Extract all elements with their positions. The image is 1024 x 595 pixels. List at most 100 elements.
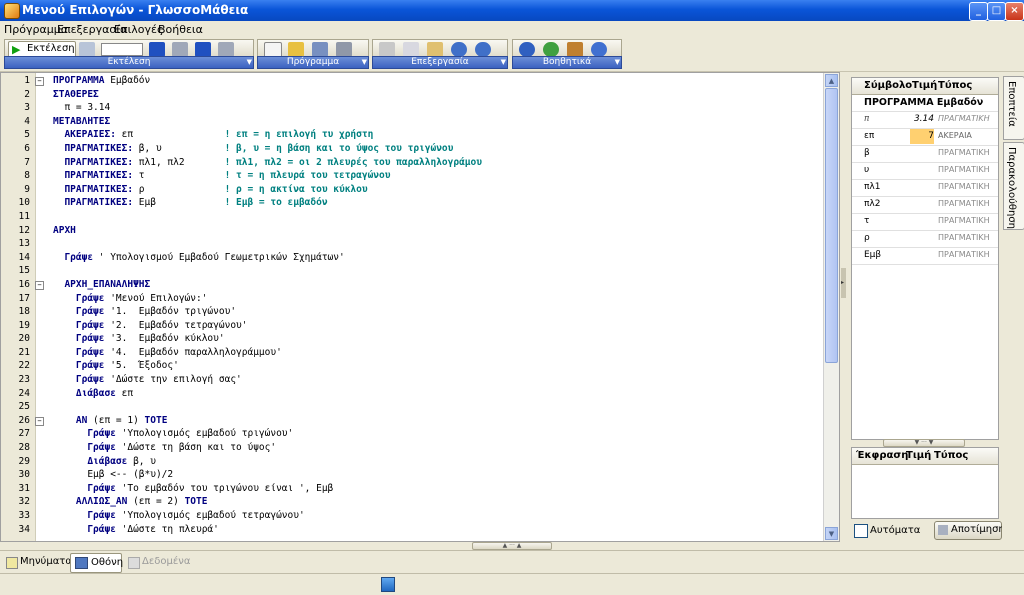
code-token: ΠΡΑΓΜΑΤΙΚΕΣ: [53, 183, 134, 195]
code-line[interactable]: 3 π = 3.14 [24, 102, 823, 116]
auto-checkbox[interactable] [854, 524, 868, 538]
save-icon[interactable] [312, 42, 328, 57]
code-line[interactable]: 14 Γράψε ' Υπολογισμού Εμβαδού Γεωμετρικ… [19, 252, 823, 266]
code-line[interactable]: 33 Γράψε 'Υπολογισμός εμβαδού τετραγώνου… [19, 510, 823, 524]
code-area[interactable]: 1− ΠΡΟΓΡΑΜΜΑ Εμβαδόν 2 ΣΤΑΘΕΡΕΣ 3 π = 3.14 4 Μ… [19, 75, 823, 541]
symbol-row[interactable]: τ ΠΡΑΓΜΑΤΙΚΗ [852, 214, 998, 231]
undo-icon[interactable] [451, 42, 467, 57]
print-icon[interactable] [336, 42, 352, 57]
splitter-grip-icon[interactable]: ▸ [841, 268, 846, 298]
scroll-thumb[interactable] [825, 88, 838, 363]
output-splitter-grip[interactable]: ▲ ··· ▲ [472, 542, 552, 550]
vertical-splitter[interactable]: ▸ [840, 72, 848, 542]
code-line[interactable]: 1− ΠΡΟΓΡΑΜΜΑ Εμβαδόν [24, 75, 823, 89]
fold-toggle-icon[interactable]: − [35, 416, 44, 426]
code-line[interactable]: 17 Γράψε 'Μενού Επιλογών:' [19, 293, 823, 307]
watch-panel: Σύμβολο Τιμή Τύπος ΠΡΟΓΡΑΜΜΑ Εμβαδόν π 3.… [848, 72, 1005, 542]
code-line[interactable]: 13 [19, 238, 823, 252]
code-line[interactable]: 12 ΑΡΧΗ [19, 225, 823, 239]
tab-tracking-label: Παρακολούθηση [1006, 147, 1017, 230]
scroll-down-icon[interactable]: ▼ [825, 527, 838, 540]
info-icon[interactable] [591, 42, 607, 57]
tab-supervision[interactable]: Εποπτεία [1003, 76, 1024, 140]
symbol-name: υ [864, 165, 870, 175]
code-line[interactable]: 9 ΠΡΑΓΜΑΤΙΚΕΣ: ρ ! ρ = η ακτίνα του κύκλ… [24, 183, 823, 198]
code-editor[interactable]: 1− ΠΡΟΓΡΑΜΜΑ Εμβαδόν 2 ΣΤΑΘΕΡΕΣ 3 π = 3.14 4 Μ… [0, 72, 840, 542]
step-forward-icon[interactable] [149, 42, 165, 57]
symbol-row[interactable]: πλ2 ΠΡΑΓΜΑΤΙΚΗ [852, 197, 998, 214]
menu-help[interactable]: Βοήθεια [158, 23, 203, 36]
stop-icon[interactable] [218, 42, 234, 57]
cut-icon[interactable] [379, 42, 395, 57]
code-line[interactable]: 30 Εμβ <-- (β*υ)/2 [19, 469, 823, 483]
code-line[interactable]: 5 ΑΚΕΡΑΙΕΣ: επ ! επ = η επιλογή τυ χρήστ… [24, 129, 823, 143]
close-button[interactable]: × [1005, 2, 1024, 21]
code-line[interactable]: 24 Διάβασε επ [19, 388, 823, 402]
symbol-row[interactable]: π 3.14 ΠΡΑΓΜΑΤΙΚΗ [852, 112, 998, 129]
code-line[interactable]: 28 Γράψε 'Δώστε τη βάση και το ύψος' [19, 442, 823, 456]
code-line[interactable]: 34 Γράψε 'Δώστε τη πλευρά' [19, 524, 823, 538]
evaluate-button[interactable]: Αποτίμηση [934, 521, 1005, 540]
fast-forward-icon[interactable] [195, 42, 211, 57]
symbol-row[interactable]: επ 7 ΑΚΕΡΑΙΑ [852, 129, 998, 146]
tab-data[interactable]: Δεδομένα [126, 553, 190, 571]
code-line[interactable]: 25 [19, 401, 823, 415]
code-line[interactable]: 21 Γράψε '4. Εμβαδόν παραλληλογράμμου' [19, 347, 823, 361]
code-line[interactable]: 2 ΣΤΑΘΕΡΕΣ [24, 89, 823, 103]
code-token: ! επ = η επιλογή τυ χρήστη [224, 129, 374, 141]
code-token: (επ = 2) [127, 496, 185, 508]
step-icon[interactable] [79, 42, 95, 57]
code-line[interactable]: 29 Διάβασε β, υ [19, 456, 823, 470]
symbol-row[interactable]: υ ΠΡΑΓΜΑΤΙΚΗ [852, 163, 998, 180]
tab-messages[interactable]: Μηνύματα [4, 553, 72, 571]
code-line[interactable]: 22 Γράψε '5. Έξοδος' [19, 360, 823, 374]
code-line[interactable]: 8 ΠΡΑΓΜΑΤΙΚΕΣ: τ ! τ = η πλευρά του τετρ… [24, 170, 823, 184]
redo-icon[interactable] [475, 42, 491, 57]
tab-screen[interactable]: Οθόνη [70, 553, 123, 573]
editor-vertical-scrollbar[interactable]: ▲ ▼ [823, 73, 839, 541]
symbol-row[interactable]: β ΠΡΑΓΜΑΤΙΚΗ [852, 146, 998, 163]
code-token: ΑΝ [53, 414, 88, 426]
code-line[interactable]: 26− ΑΝ (επ = 1) ΤΟΤΕ [19, 414, 823, 429]
edit-toolbar-group: Επεξεργασία ▼ [372, 39, 508, 69]
maximize-button[interactable]: □ [987, 2, 1006, 21]
code-line[interactable]: 10 ΠΡΑΓΜΑΤΙΚΕΣ: Εμβ ! Εμβ = το εμβαδόν [19, 197, 823, 211]
horizontal-splitter-grip[interactable]: ▼ ··· ▼ [883, 439, 965, 447]
globe-icon[interactable] [543, 42, 559, 57]
code-line[interactable]: 16− ΑΡΧΗ_ΕΠΑΝΑΛΗΨΗΣ [19, 279, 823, 293]
code-line[interactable]: 15 [19, 265, 823, 279]
code-line[interactable]: 23 Γράψε 'Δώστε την επιλογή σας' [19, 374, 823, 388]
code-line[interactable]: 11 [19, 211, 823, 225]
copy-icon[interactable] [403, 42, 419, 57]
check-icon[interactable] [519, 42, 535, 57]
code-line[interactable]: 31 Γράψε 'Το εμβαδόν του τριγώνου είναι … [19, 483, 823, 497]
tab-tracking[interactable]: Παρακολούθηση [1003, 142, 1024, 230]
code-line[interactable]: 27 Γράψε 'Υπολογισμός εμβαδού τριγώνου' [19, 428, 823, 442]
code-line[interactable]: 7 ΠΡΑΓΜΑΤΙΚΕΣ: πλ1, πλ2 ! πλ1, πλ2 = οι … [24, 157, 823, 171]
symbol-value: 7 [910, 129, 934, 144]
pause-icon[interactable] [172, 42, 188, 57]
brush-icon[interactable] [567, 42, 583, 57]
line-number: 4 [24, 115, 30, 127]
line-number: 24 [18, 387, 30, 399]
scroll-up-icon[interactable]: ▲ [825, 74, 838, 87]
symbol-row[interactable]: ρ ΠΡΑΓΜΑΤΙΚΗ [852, 231, 998, 248]
code-token: ΑΛΛΙΩΣ_ΑΝ [53, 496, 128, 508]
code-line[interactable]: 18 Γράψε '1. Εμβαδόν τριγώνου' [19, 306, 823, 320]
fold-toggle-icon[interactable]: − [35, 280, 44, 290]
code-line[interactable]: 4 ΜΕΤΑΒΛΗΤΕΣ [24, 116, 823, 130]
line-number: 8 [24, 170, 30, 182]
speed-slider[interactable] [101, 43, 143, 56]
code-line[interactable]: 32 ΑΛΛΙΩΣ_ΑΝ (επ = 2) ΤΟΤΕ [19, 496, 823, 510]
open-folder-icon[interactable] [288, 42, 304, 57]
code-line[interactable]: 19 Γράψε '2. Εμβαδόν τετραγώνου' [19, 320, 823, 334]
code-line[interactable]: 6 ΠΡΑΓΜΑΤΙΚΕΣ: β, υ ! β, υ = η βάση και … [24, 143, 823, 157]
fold-toggle-icon[interactable]: − [35, 77, 44, 86]
minimize-button[interactable]: _ [969, 2, 988, 21]
symbol-row[interactable]: πλ1 ΠΡΑΓΜΑΤΙΚΗ [852, 180, 998, 197]
paste-icon[interactable] [427, 42, 443, 57]
group-caption-run: Εκτέλεση [107, 57, 151, 67]
menu-options[interactable]: Επιλογές [114, 23, 163, 36]
code-line[interactable]: 20 Γράψε '3. Εμβαδόν κύκλου' [19, 333, 823, 347]
symbol-row[interactable]: Εμβ ΠΡΑΓΜΑΤΙΚΗ [852, 248, 998, 265]
